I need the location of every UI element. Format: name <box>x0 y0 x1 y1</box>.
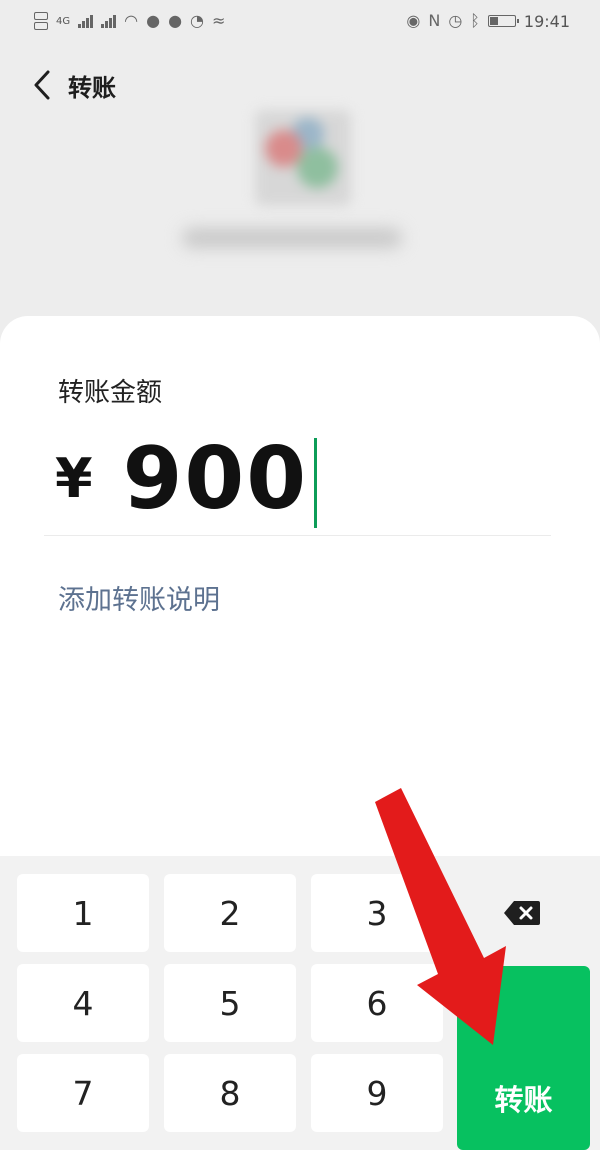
app-icon: ≈ <box>212 11 226 30</box>
sim-card-icon <box>34 12 48 20</box>
keypad-key-3[interactable]: 3 <box>311 874 443 952</box>
page-title: 转账 <box>68 73 116 102</box>
battery-icon <box>487 15 519 27</box>
notification-icon: ● <box>168 11 183 30</box>
amount-label: 转账金额 <box>58 378 163 408</box>
status-left-group: 4G ◠ ● ● ◔ ≈ <box>34 12 225 30</box>
keypad-key-2[interactable]: 2 <box>164 874 296 952</box>
eye-icon: ◉ <box>406 11 421 30</box>
status-right-group: ◉ N ◷ ᛒ 19:41 <box>406 12 570 31</box>
recipient-info <box>0 110 600 290</box>
recipient-name-redacted <box>182 228 402 248</box>
sim-card-icon <box>34 22 48 30</box>
chat-bubble-icon: ◔ <box>190 11 204 30</box>
back-button[interactable] <box>22 65 62 105</box>
transfer-confirm-button[interactable]: 转账 <box>457 966 590 1150</box>
amount-divider <box>44 535 551 536</box>
chevron-left-icon <box>34 70 50 100</box>
backspace-button[interactable] <box>457 874 587 952</box>
keypad-key-6[interactable]: 6 <box>311 964 443 1042</box>
keypad-key-4[interactable]: 4 <box>17 964 149 1042</box>
signal-icon <box>101 14 117 28</box>
recipient-avatar <box>255 110 351 206</box>
top-navigation: 转账 <box>0 55 600 115</box>
bluetooth-icon: ᛒ <box>470 11 480 30</box>
status-bar: 4G ◠ ● ● ◔ ≈ ◉ N ◷ ᛒ 19:41 <box>0 0 600 42</box>
keypad-key-8[interactable]: 8 <box>164 1054 296 1132</box>
wechat-transfer-screen: 4G ◠ ● ● ◔ ≈ ◉ N ◷ ᛒ 19:41 转账 转账金额 ¥ 900… <box>0 0 600 1150</box>
keypad-key-9[interactable]: 9 <box>311 1054 443 1132</box>
add-transfer-note-link[interactable]: 添加转账说明 <box>58 578 220 617</box>
amount-value: 900 <box>122 428 309 529</box>
keypad-key-5[interactable]: 5 <box>164 964 296 1042</box>
notification-icon: ● <box>146 11 161 30</box>
nfc-icon: N <box>428 11 441 30</box>
numeric-keypad: 1 2 3 4 5 6 7 8 9 转账 <box>0 856 600 1150</box>
alarm-icon: ◷ <box>448 11 463 30</box>
signal-icon <box>78 14 94 28</box>
network-type-text: 4G <box>56 15 71 27</box>
keypad-key-1[interactable]: 1 <box>17 874 149 952</box>
wifi-icon: ◠ <box>124 11 139 30</box>
clock-time: 19:41 <box>523 11 570 31</box>
keypad-key-7[interactable]: 7 <box>17 1054 149 1132</box>
text-cursor <box>314 437 318 528</box>
currency-symbol: ¥ <box>55 447 93 510</box>
amount-input[interactable]: ¥ 900 <box>55 426 318 531</box>
sim-icons <box>34 12 48 30</box>
backspace-icon <box>504 901 540 925</box>
